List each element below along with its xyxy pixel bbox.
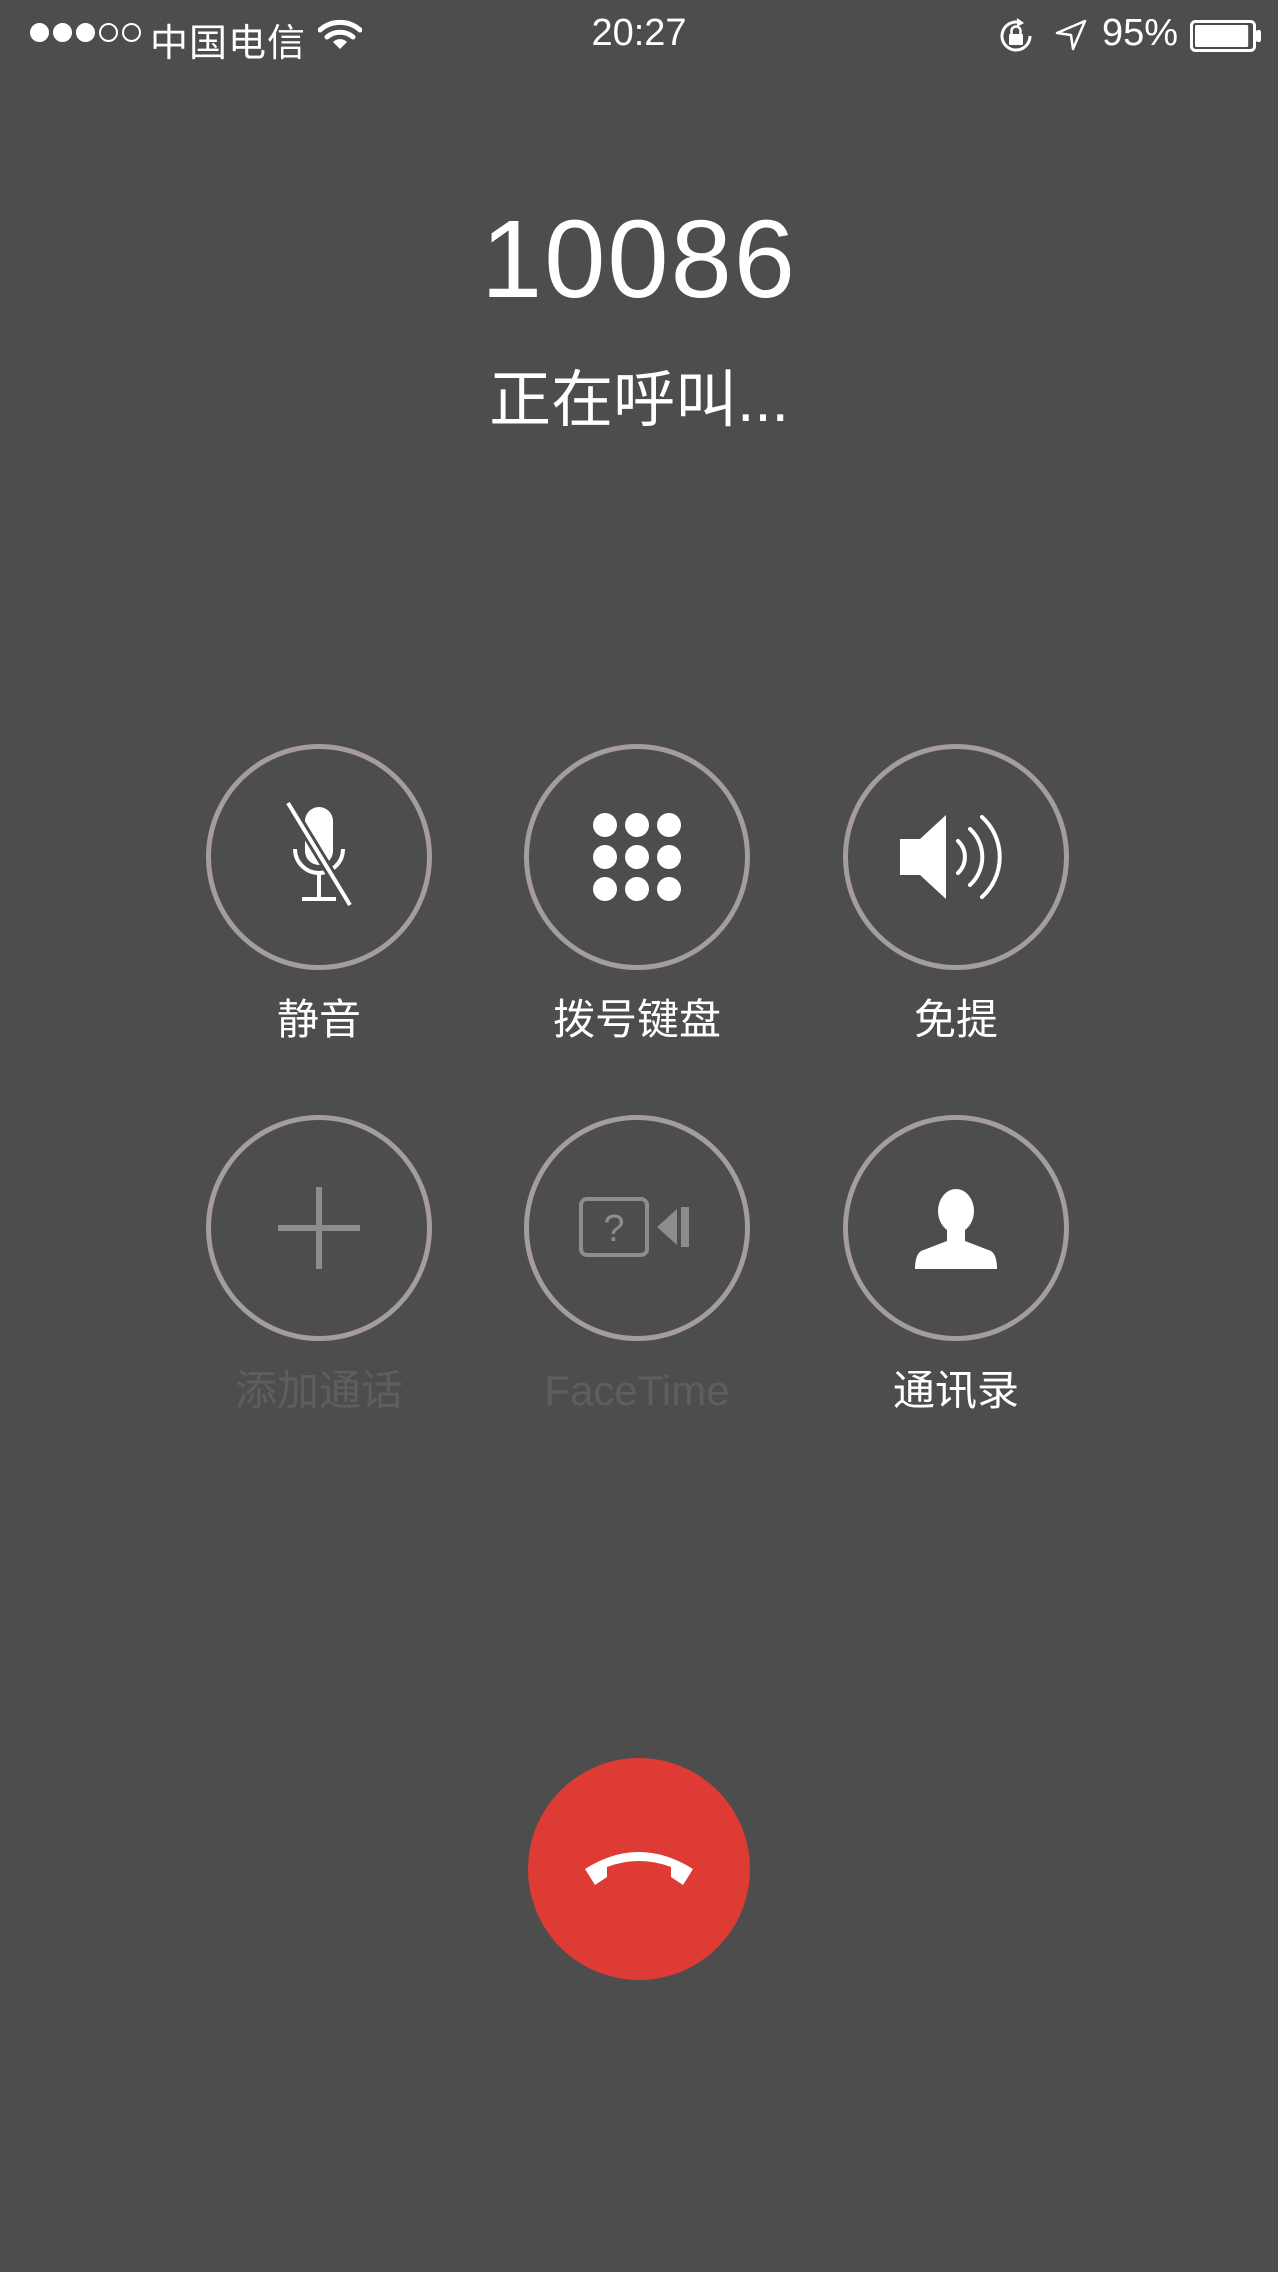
- battery-icon: [1190, 20, 1261, 52]
- svg-text:?: ?: [603, 1208, 624, 1250]
- end-call-button[interactable]: [528, 1758, 750, 1980]
- contacts-label: 通讯录: [892, 1367, 1019, 1414]
- facetime-button[interactable]: ?: [524, 1115, 750, 1341]
- keypad-label: 拨号键盘: [552, 996, 721, 1043]
- muted-microphone-icon: [283, 800, 355, 908]
- add-call-button[interactable]: [206, 1115, 432, 1341]
- contacts-button[interactable]: [843, 1115, 1069, 1341]
- keypad-icon: [593, 813, 681, 901]
- caller-number: 10086: [481, 198, 797, 321]
- contact-person-icon: [915, 1189, 997, 1269]
- rotation-lock-icon: [1000, 18, 1032, 52]
- keypad-button[interactable]: [524, 744, 750, 970]
- facetime-label: FaceTime: [544, 1367, 730, 1414]
- plus-icon: [278, 1187, 360, 1269]
- location-arrow-icon: [1055, 19, 1087, 51]
- hang-up-phone-icon: [585, 1852, 693, 1885]
- call-screen: 中国电信 20:27 95% 10086 正在呼叫... 静音 拨号键盘 免提 …: [0, 0, 1278, 2272]
- add-call-label: 添加通话: [234, 1367, 403, 1414]
- speaker-icon: [900, 815, 1002, 899]
- facetime-camera-icon: ?: [579, 1197, 689, 1257]
- mute-button[interactable]: [206, 744, 432, 970]
- battery-percentage: 95%: [1102, 12, 1179, 54]
- speaker-button[interactable]: [843, 744, 1069, 970]
- speaker-label: 免提: [913, 996, 998, 1043]
- status-bar: 中国电信 20:27 95%: [0, 0, 1278, 70]
- call-status: 正在呼叫...: [489, 366, 789, 435]
- mute-label: 静音: [276, 996, 361, 1043]
